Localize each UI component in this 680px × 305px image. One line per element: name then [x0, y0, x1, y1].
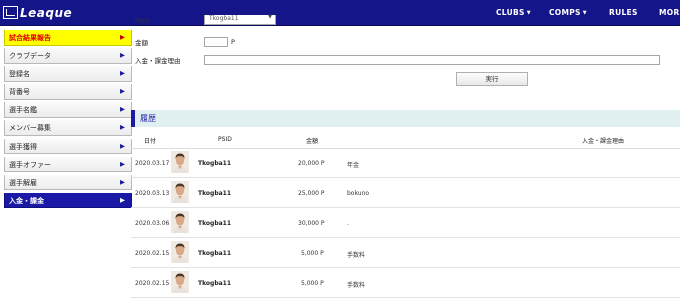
- row-date: 2020.02.15: [135, 280, 170, 287]
- row-reason: 手数料: [347, 282, 366, 289]
- player-avatar: [171, 241, 189, 263]
- logo-mark-icon: [3, 6, 18, 19]
- reason-label: 入金・課金理由: [135, 57, 181, 65]
- sidebar-item-label: クラブデータ: [9, 52, 51, 61]
- table-row: 2020.03.17 Tkogba11 20,000 P 年金: [131, 149, 680, 178]
- sidebar-item-player-directory[interactable]: 選手名鑑 ▶: [4, 102, 132, 118]
- arrow-right-icon: ▶: [120, 69, 125, 78]
- row-date: 2020.03.13: [135, 190, 170, 197]
- execute-button[interactable]: 実行: [456, 72, 528, 86]
- table-row: 2020.03.06 Tkogba11 30,000 P .: [131, 209, 680, 238]
- site-logo[interactable]: Leaque: [3, 5, 72, 20]
- arrow-right-icon: ▶: [120, 141, 125, 150]
- sidebar-item-label: 登録名: [9, 70, 30, 79]
- sidebar-item-label: 選手オファー: [9, 160, 51, 169]
- row-amount: 5,000 P: [301, 250, 324, 257]
- table-row: 2020.02.15 Tkogba11 5,000 P 手数料: [131, 239, 680, 268]
- arrow-right-icon: ▶: [120, 105, 125, 114]
- chevron-down-icon: ▼: [268, 14, 272, 20]
- sidebar-item-label: 選手解雇: [9, 178, 37, 187]
- amount-label: 金額: [135, 39, 148, 47]
- nav-more-label: MORE: [659, 8, 680, 17]
- column-header-date: 日付: [144, 138, 157, 145]
- sidebar-item-player-offer[interactable]: 選手オファー ▶: [4, 156, 132, 173]
- amount-unit: P: [231, 38, 235, 46]
- history-title: 履歴: [140, 114, 156, 123]
- column-header-reason: 入金・課金理由: [582, 138, 625, 145]
- history-header: 履歴: [131, 110, 680, 127]
- row-amount: 20,000 P: [298, 160, 325, 167]
- sidebar-item-label: 選手獲得: [9, 142, 37, 151]
- row-psid: Tkogba11: [198, 250, 232, 257]
- row-reason: bokuno: [347, 190, 370, 197]
- player-avatar: [171, 211, 189, 233]
- row-amount: 25,000 P: [298, 190, 325, 197]
- arrow-right-icon: ▶: [120, 87, 125, 96]
- player-avatar: [171, 181, 189, 203]
- sidebar-item-label: 背番号: [9, 88, 30, 97]
- chevron-down-icon: ▼: [582, 10, 587, 16]
- nav-rules[interactable]: RULES: [609, 0, 638, 26]
- column-header-amount: 金額: [306, 138, 319, 145]
- sidebar-item-match-report[interactable]: 試合結果報告 ▶: [4, 30, 132, 46]
- row-date: 2020.02.15: [135, 250, 170, 257]
- arrow-right-icon: ▶: [120, 51, 125, 60]
- reason-input[interactable]: [204, 55, 660, 65]
- arrow-right-icon: ▶: [120, 195, 125, 204]
- arrow-right-icon: ▶: [120, 123, 125, 132]
- arrow-right-icon: ▶: [120, 159, 125, 168]
- psid-select-value: Tkogba11: [209, 15, 239, 22]
- top-navigation-bar: Leaque CLUBS▼ COMPS▼ RULES MORE: [0, 0, 680, 26]
- chevron-down-icon: ▼: [526, 10, 531, 16]
- sidebar-item-label: メンバー募集: [9, 124, 51, 133]
- sidebar-menu: 試合結果報告 ▶ クラブデータ ▶ 登録名 ▶ 背番号 ▶ 選手名鑑 ▶ メンバ…: [0, 30, 133, 211]
- amount-input[interactable]: [204, 37, 228, 47]
- row-psid: Tkogba11: [198, 280, 232, 287]
- sidebar-item-player-acquire[interactable]: 選手獲得 ▶: [4, 138, 132, 155]
- sidebar-item-player-release[interactable]: 選手解雇 ▶: [4, 174, 132, 191]
- table-row: 2020.02.15 Tkogba11 5,000 P 手数料: [131, 269, 680, 298]
- row-psid: Tkogba11: [198, 190, 232, 197]
- row-date: 2020.03.06: [135, 220, 170, 227]
- sidebar-item-label: 選手名鑑: [9, 106, 37, 115]
- row-date: 2020.03.17: [135, 160, 170, 167]
- sidebar-item-member-recruit[interactable]: メンバー募集 ▶: [4, 120, 132, 136]
- psid-label: PSID: [135, 17, 150, 25]
- arrow-right-icon: ▶: [120, 177, 125, 186]
- sidebar-item-label: 入金・課金: [9, 196, 44, 205]
- row-amount: 30,000 P: [298, 220, 325, 227]
- row-reason: 手数料: [347, 252, 366, 259]
- row-reason: .: [347, 220, 349, 227]
- nav-clubs[interactable]: CLUBS ▼: [496, 0, 531, 26]
- nav-more[interactable]: MORE: [659, 0, 680, 26]
- logo-text: Leaque: [20, 5, 73, 20]
- sidebar-item-label: 試合結果報告: [9, 34, 51, 42]
- row-psid: Tkogba11: [198, 220, 232, 227]
- player-avatar: [171, 151, 189, 173]
- nav-rules-label: RULES: [609, 8, 638, 17]
- row-amount: 5,000 P: [301, 280, 324, 287]
- sidebar-item-jersey-number[interactable]: 背番号 ▶: [4, 84, 132, 100]
- row-psid: Tkogba11: [198, 160, 232, 167]
- sidebar-item-registered-name[interactable]: 登録名 ▶: [4, 66, 132, 82]
- nav-comps-label: COMPS: [549, 8, 581, 17]
- sidebar-item-club-data[interactable]: クラブデータ ▶: [4, 48, 132, 64]
- nav-clubs-label: CLUBS: [496, 8, 525, 17]
- column-header-psid: PSID: [218, 136, 232, 143]
- player-avatar: [171, 271, 189, 293]
- arrow-right-icon: ▶: [120, 33, 125, 41]
- row-reason: 年金: [347, 162, 360, 169]
- psid-select[interactable]: Tkogba11 ▼: [204, 14, 276, 25]
- nav-comps[interactable]: COMPS ▼: [549, 0, 587, 26]
- sidebar-item-deposit-billing[interactable]: 入金・課金 ▶: [4, 192, 132, 209]
- table-row: 2020.03.13 Tkogba11 25,000 P bokuno: [131, 179, 680, 208]
